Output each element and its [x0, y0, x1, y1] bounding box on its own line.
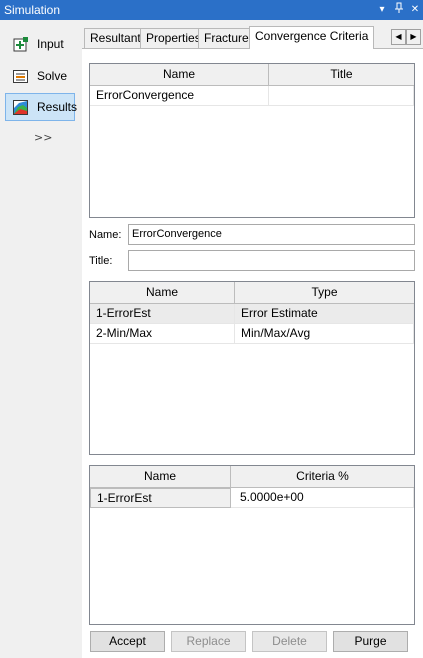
criteria-percent-table[interactable]: Name Criteria % 1-ErrorEst 5.0000e+00 — [89, 465, 415, 625]
name-field[interactable]: ErrorConvergence — [128, 224, 415, 245]
tab-properties[interactable]: Properties — [140, 28, 207, 48]
window-title: Simulation — [4, 3, 61, 17]
solve-icon — [12, 68, 29, 85]
title-label: Title: — [89, 255, 113, 267]
sidebar-item-solve[interactable]: Solve — [5, 62, 75, 90]
dropdown-icon[interactable]: ▾ — [375, 2, 389, 18]
title-field[interactable] — [128, 250, 415, 271]
sidebar-item-label: Results — [37, 100, 78, 114]
table-cell[interactable]: 1-ErrorEst — [90, 488, 231, 508]
sidebar-item-results[interactable]: Results — [5, 93, 78, 121]
table-cell[interactable]: ErrorConvergence — [90, 86, 269, 106]
criteria-value-input[interactable]: 5.0000e+00 — [231, 488, 414, 508]
tab-resultant[interactable]: Resultant — [84, 28, 147, 48]
purge-button[interactable]: Purge — [333, 631, 408, 652]
tab-scroll-left-icon[interactable]: ◀ — [391, 29, 406, 45]
delete-button[interactable]: Delete — [252, 631, 327, 652]
sidebar: Input Solve Results >> — [0, 20, 82, 658]
expand-more-icon[interactable]: >> — [34, 131, 52, 144]
column-header-name[interactable]: Name — [90, 64, 269, 86]
window-titlebar: Simulation ▾ ✕ — [0, 0, 423, 20]
column-header-type[interactable]: Type — [235, 282, 414, 304]
replace-button[interactable]: Replace — [171, 631, 246, 652]
close-icon[interactable]: ✕ — [408, 2, 422, 18]
sidebar-item-label: Input — [37, 37, 64, 51]
table-cell[interactable]: Error Estimate — [235, 304, 414, 324]
tab-convergence-criteria[interactable]: Convergence Criteria — [249, 26, 375, 49]
table-cell[interactable]: 1-ErrorEst — [90, 304, 235, 324]
table-cell[interactable]: 2-Min/Max — [90, 324, 235, 344]
name-label: Name: — [89, 229, 122, 241]
column-header-criteria-percent[interactable]: Criteria % — [231, 466, 414, 488]
table-cell[interactable] — [269, 86, 414, 106]
column-header-name[interactable]: Name — [90, 282, 235, 304]
criteria-table[interactable]: Name Title ErrorConvergence — [89, 63, 415, 218]
accept-button[interactable]: Accept — [90, 631, 165, 652]
table-cell[interactable]: Min/Max/Avg — [235, 324, 414, 344]
column-header-title[interactable]: Title — [269, 64, 414, 86]
tab-scroll-controls: ◀ ▶ — [391, 29, 421, 45]
column-header-name[interactable]: Name — [90, 466, 231, 488]
pin-icon[interactable] — [392, 2, 406, 18]
sidebar-item-input[interactable]: Input — [5, 30, 75, 58]
results-icon — [12, 99, 29, 116]
tab-fracture[interactable]: Fracture — [198, 28, 255, 48]
sidebar-item-label: Solve — [37, 69, 68, 83]
input-icon — [12, 36, 29, 53]
type-table[interactable]: Name Type 1-ErrorEst Error Estimate 2-Mi… — [89, 281, 415, 455]
tab-scroll-right-icon[interactable]: ▶ — [406, 29, 421, 45]
